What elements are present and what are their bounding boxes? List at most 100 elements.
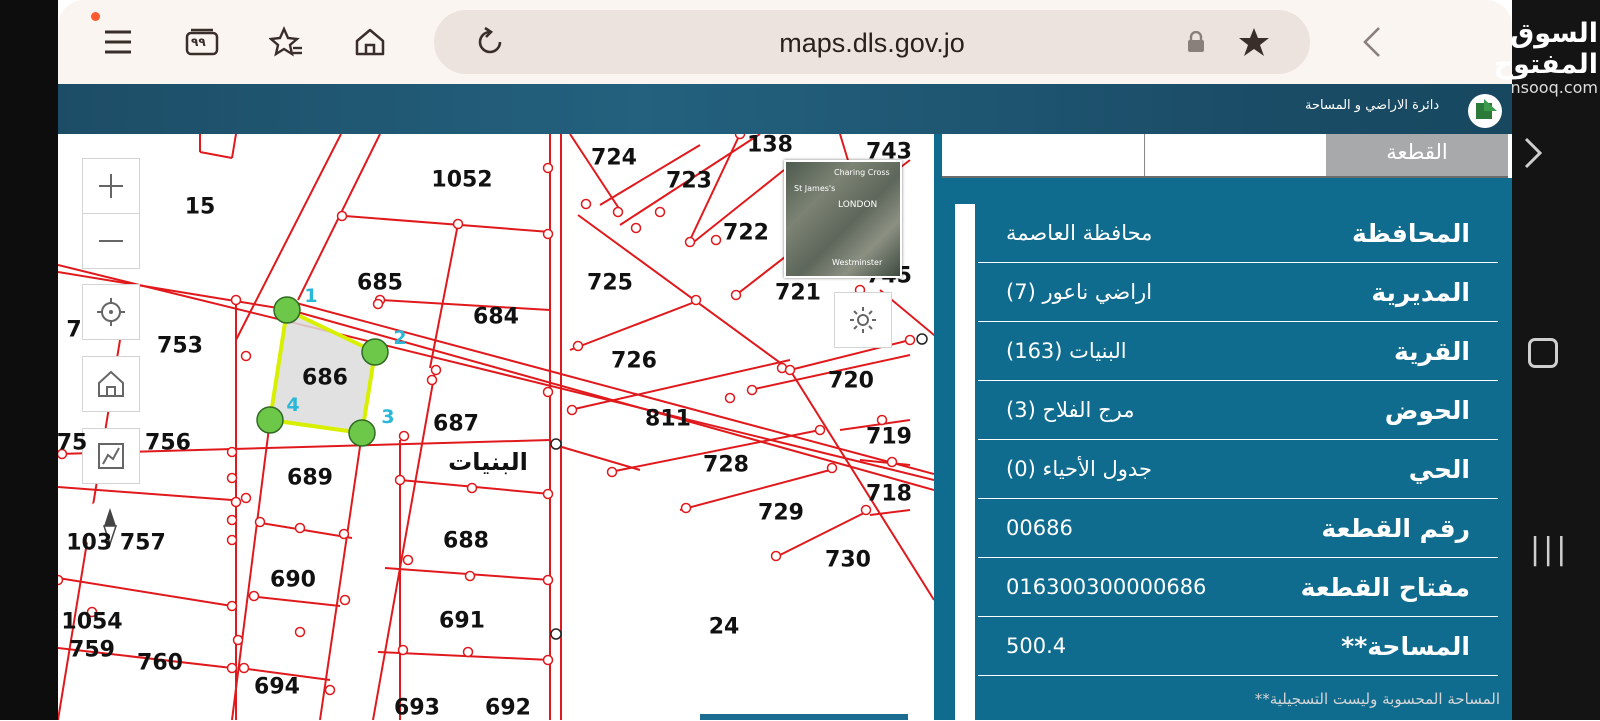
survey-node xyxy=(542,574,554,586)
info-row-district: الحي جدول الأحياء (0) xyxy=(978,440,1498,499)
basemap-toggle[interactable]: Charing Cross LONDON St James's Westmins… xyxy=(784,160,902,278)
survey-node xyxy=(876,414,888,426)
row-key: مفتاح القطعة xyxy=(1300,572,1470,602)
info-row-parcel-key: مفتاح القطعة 016300300000686 xyxy=(978,558,1498,617)
basemap-label: Charing Cross xyxy=(834,168,890,177)
survey-node xyxy=(542,654,554,666)
survey-node xyxy=(464,570,476,582)
parcel-label: 685 xyxy=(357,270,403,296)
address-bar[interactable]: maps.dls.gov.jo xyxy=(434,10,1310,74)
brightness-button[interactable] xyxy=(834,292,892,348)
survey-node xyxy=(430,364,442,376)
parcel-label: 721 xyxy=(775,280,821,306)
parcel-label: 684 xyxy=(473,304,519,330)
parcel-label: 760 xyxy=(137,650,183,676)
vertex-number: 4 xyxy=(286,394,300,416)
parcel-label: 689 xyxy=(287,465,333,491)
parcel-label: 693 xyxy=(394,695,440,721)
survey-node xyxy=(58,574,64,586)
survey-node xyxy=(226,534,238,546)
home-button-icon[interactable] xyxy=(1528,338,1558,368)
survey-node xyxy=(904,334,916,346)
parcel-label: 692 xyxy=(485,695,531,721)
back-icon[interactable] xyxy=(1352,22,1392,62)
home-icon[interactable] xyxy=(350,22,390,62)
survey-node xyxy=(372,298,384,310)
zoom-out-button[interactable] xyxy=(82,213,140,269)
info-row-area: المساحة** 500.4 xyxy=(978,617,1498,676)
row-key: القرية xyxy=(1393,336,1470,366)
survey-node xyxy=(606,466,618,478)
watermark-arabic: السوق المفتوح xyxy=(1493,18,1598,80)
locate-icon xyxy=(97,298,125,326)
parcel-label: 726 xyxy=(611,348,657,374)
tab-parcel[interactable]: القطعة xyxy=(1326,134,1508,176)
survey-node xyxy=(240,492,252,504)
survey-node xyxy=(226,472,238,484)
survey-node xyxy=(232,634,244,646)
brightness-icon xyxy=(850,307,876,333)
recent-apps-icon[interactable]: ||| xyxy=(1530,532,1569,567)
area-name-label: البنيات xyxy=(448,448,528,476)
parcel-label: 720 xyxy=(828,368,874,394)
parcel-label: 694 xyxy=(254,674,300,700)
survey-node xyxy=(746,384,758,396)
device-bezel-right: ||| xyxy=(1512,0,1600,720)
survey-node xyxy=(684,236,696,248)
survey-node xyxy=(886,456,898,468)
parcel-label: 138 xyxy=(747,132,793,158)
parcel-label: 723 xyxy=(666,168,712,194)
row-key: المساحة** xyxy=(1341,631,1470,661)
measure-button[interactable] xyxy=(82,428,140,484)
parcel-label: 722 xyxy=(723,220,769,246)
survey-node xyxy=(394,474,406,486)
survey-node xyxy=(230,294,242,306)
survey-node xyxy=(580,198,592,210)
parcel-label: 24 xyxy=(708,614,740,640)
parcel-label: 1054 xyxy=(61,609,123,635)
vertex-number: 2 xyxy=(393,327,407,349)
survey-node xyxy=(230,496,242,508)
row-key: رقم القطعة xyxy=(1321,513,1470,543)
tabs-count: ٩٩ xyxy=(191,35,206,49)
panel-scrollbar[interactable] xyxy=(955,204,975,720)
parcel-label: 759 xyxy=(69,637,115,663)
home-extent-button[interactable] xyxy=(82,356,140,412)
survey-node xyxy=(426,374,438,386)
survey-node xyxy=(226,514,238,526)
tab-divider xyxy=(1144,134,1145,176)
parcel-label: 7 xyxy=(66,317,82,343)
survey-node xyxy=(294,522,306,534)
survey-node xyxy=(826,462,838,474)
area-footnote: **المساحة المحسوبة وليست التسجيلية xyxy=(1254,690,1500,708)
survey-node xyxy=(630,222,642,234)
parcel-label: 718 xyxy=(866,481,912,507)
star-icon[interactable] xyxy=(1234,22,1274,62)
zoom-in-icon xyxy=(99,174,123,198)
survey-node xyxy=(240,350,252,362)
bookmarks-star-icon[interactable] xyxy=(266,22,306,62)
info-row-parcel-number: رقم القطعة 00686 xyxy=(978,499,1498,558)
locate-button[interactable] xyxy=(82,284,140,340)
zoom-in-button[interactable] xyxy=(82,158,140,214)
parcel-label: 725 xyxy=(587,270,633,296)
survey-node xyxy=(338,528,350,540)
forward-chevron-icon[interactable] xyxy=(1522,136,1544,174)
row-key: المديرية xyxy=(1371,277,1470,307)
survey-node xyxy=(398,430,410,442)
department-name: دائرة الاراضي و المساحة xyxy=(1305,98,1440,113)
survey-node xyxy=(339,594,351,606)
survey-node xyxy=(248,590,260,602)
vertex-number: 3 xyxy=(381,406,395,428)
parcel-label: 75 xyxy=(56,430,88,456)
survey-node xyxy=(462,646,474,658)
survey-node xyxy=(238,662,250,674)
basemap-label: Westminster xyxy=(832,258,883,267)
row-value: 00686 xyxy=(1006,516,1073,540)
parcel-label: 724 xyxy=(591,145,637,171)
menu-icon[interactable] xyxy=(98,22,138,62)
info-row-basin: الحوض مرج الفلاح (3) xyxy=(978,381,1498,440)
tabs-icon[interactable]: ٩٩ xyxy=(182,22,222,62)
survey-node xyxy=(542,162,554,174)
survey-node xyxy=(324,684,336,696)
